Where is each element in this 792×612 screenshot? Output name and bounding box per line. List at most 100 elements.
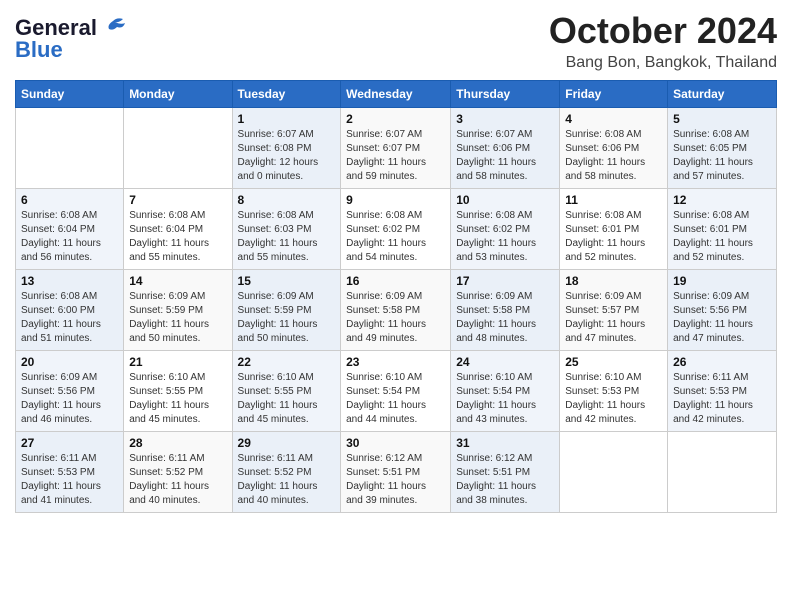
calendar-week-row: 27 Sunrise: 6:11 AM Sunset: 5:53 PM Dayli… [16,432,777,513]
day-info: Sunrise: 6:07 AM Sunset: 6:08 PM Dayligh… [238,128,336,184]
calendar-cell: 30 Sunrise: 6:12 AM Sunset: 5:51 PM Dayli… [341,432,451,513]
day-info: Sunrise: 6:08 AM Sunset: 6:00 PM Dayligh… [21,290,118,346]
calendar-cell: 3 Sunrise: 6:07 AM Sunset: 6:06 PM Daylig… [451,108,560,189]
day-info: Sunrise: 6:09 AM Sunset: 5:56 PM Dayligh… [673,290,771,346]
calendar-cell: 25 Sunrise: 6:10 AM Sunset: 5:53 PM Dayli… [560,351,668,432]
day-number: 19 [673,274,771,288]
calendar-cell: 7Sunrise: 6:08 AM Sunset: 6:04 PM Daylig… [124,189,232,270]
day-info: Sunrise: 6:07 AM Sunset: 6:06 PM Dayligh… [456,128,554,184]
day-info: Sunrise: 6:09 AM Sunset: 5:58 PM Dayligh… [346,290,445,346]
day-number: 6 [21,193,118,207]
calendar-cell [668,432,777,513]
calendar-cell: 28Sunrise: 6:11 AM Sunset: 5:52 PM Dayli… [124,432,232,513]
day-info: Sunrise: 6:08 AM Sunset: 6:02 PM Dayligh… [456,209,554,265]
header-friday: Friday [560,81,668,108]
day-number: 3 [456,112,554,126]
day-number: 17 [456,274,554,288]
day-number: 15 [238,274,336,288]
day-number: 13 [21,274,118,288]
day-info: Sunrise: 6:11 AM Sunset: 5:52 PM Dayligh… [129,452,226,508]
calendar-cell [16,108,124,189]
calendar-cell: 24Sunrise: 6:10 AM Sunset: 5:54 PM Dayli… [451,351,560,432]
day-info: Sunrise: 6:10 AM Sunset: 5:55 PM Dayligh… [238,371,336,427]
day-number: 8 [238,193,336,207]
calendar-cell: 14 Sunrise: 6:09 AM Sunset: 5:59 PM Dayli… [124,270,232,351]
day-number: 20 [21,355,118,369]
day-number: 11 [565,193,662,207]
calendar-cell [124,108,232,189]
day-info: Sunrise: 6:08 AM Sunset: 6:04 PM Dayligh… [21,209,118,265]
calendar-cell: 4 Sunrise: 6:08 AM Sunset: 6:06 PM Daylig… [560,108,668,189]
day-info: Sunrise: 6:11 AM Sunset: 5:53 PM Dayligh… [673,371,771,427]
calendar-cell: 1Sunrise: 6:07 AM Sunset: 6:08 PM Daylig… [232,108,341,189]
header-wednesday: Wednesday [341,81,451,108]
day-info: Sunrise: 6:09 AM Sunset: 5:57 PM Dayligh… [565,290,662,346]
header-sunday: Sunday [16,81,124,108]
day-number: 29 [238,436,336,450]
day-info: Sunrise: 6:10 AM Sunset: 5:55 PM Dayligh… [129,371,226,427]
day-info: Sunrise: 6:08 AM Sunset: 6:03 PM Dayligh… [238,209,336,265]
day-info: Sunrise: 6:08 AM Sunset: 6:06 PM Dayligh… [565,128,662,184]
logo-bird-icon [99,17,127,39]
day-info: Sunrise: 6:08 AM Sunset: 6:04 PM Dayligh… [129,209,226,265]
day-info: Sunrise: 6:08 AM Sunset: 6:05 PM Dayligh… [673,128,771,184]
calendar-cell: 15 Sunrise: 6:09 AM Sunset: 5:59 PM Dayli… [232,270,341,351]
header: General Blue October 2024 Bang Bon, Bang… [15,10,777,72]
day-info: Sunrise: 6:07 AM Sunset: 6:07 PM Dayligh… [346,128,445,184]
header-thursday: Thursday [451,81,560,108]
calendar-cell: 22 Sunrise: 6:10 AM Sunset: 5:55 PM Dayli… [232,351,341,432]
day-number: 2 [346,112,445,126]
calendar-cell: 26 Sunrise: 6:11 AM Sunset: 5:53 PM Dayli… [668,351,777,432]
calendar-cell: 8 Sunrise: 6:08 AM Sunset: 6:03 PM Daylig… [232,189,341,270]
day-info: Sunrise: 6:09 AM Sunset: 5:58 PM Dayligh… [456,290,554,346]
calendar-week-row: 13 Sunrise: 6:08 AM Sunset: 6:00 PM Dayli… [16,270,777,351]
day-info: Sunrise: 6:10 AM Sunset: 5:54 PM Dayligh… [456,371,554,427]
day-info: Sunrise: 6:11 AM Sunset: 5:52 PM Dayligh… [238,452,336,508]
day-info: Sunrise: 6:12 AM Sunset: 5:51 PM Dayligh… [456,452,554,508]
month-title: October 2024 [549,10,777,52]
calendar-cell: 21 Sunrise: 6:10 AM Sunset: 5:55 PM Dayli… [124,351,232,432]
day-info: Sunrise: 6:10 AM Sunset: 5:53 PM Dayligh… [565,371,662,427]
title-section: October 2024 Bang Bon, Bangkok, Thailand [549,10,777,72]
calendar-header-row: SundayMondayTuesdayWednesdayThursdayFrid… [16,81,777,108]
calendar-cell: 17 Sunrise: 6:09 AM Sunset: 5:58 PM Dayli… [451,270,560,351]
header-saturday: Saturday [668,81,777,108]
day-number: 10 [456,193,554,207]
day-number: 30 [346,436,445,450]
header-tuesday: Tuesday [232,81,341,108]
calendar-week-row: 1Sunrise: 6:07 AM Sunset: 6:08 PM Daylig… [16,108,777,189]
day-number: 9 [346,193,445,207]
day-info: Sunrise: 6:11 AM Sunset: 5:53 PM Dayligh… [21,452,118,508]
day-number: 22 [238,355,336,369]
calendar-cell: 29 Sunrise: 6:11 AM Sunset: 5:52 PM Dayli… [232,432,341,513]
day-number: 4 [565,112,662,126]
day-info: Sunrise: 6:09 AM Sunset: 5:59 PM Dayligh… [238,290,336,346]
logo-blue: Blue [15,37,63,63]
calendar-cell: 6 Sunrise: 6:08 AM Sunset: 6:04 PM Daylig… [16,189,124,270]
calendar-cell: 19 Sunrise: 6:09 AM Sunset: 5:56 PM Dayli… [668,270,777,351]
calendar-cell: 10 Sunrise: 6:08 AM Sunset: 6:02 PM Dayli… [451,189,560,270]
location-title: Bang Bon, Bangkok, Thailand [549,54,777,72]
day-number: 26 [673,355,771,369]
day-info: Sunrise: 6:12 AM Sunset: 5:51 PM Dayligh… [346,452,445,508]
day-number: 12 [673,193,771,207]
day-number: 14 [129,274,226,288]
day-number: 5 [673,112,771,126]
day-number: 27 [21,436,118,450]
day-number: 23 [346,355,445,369]
calendar-cell: 5 Sunrise: 6:08 AM Sunset: 6:05 PM Daylig… [668,108,777,189]
calendar-cell: 2 Sunrise: 6:07 AM Sunset: 6:07 PM Daylig… [341,108,451,189]
day-number: 25 [565,355,662,369]
day-number: 31 [456,436,554,450]
calendar-cell: 13 Sunrise: 6:08 AM Sunset: 6:00 PM Dayli… [16,270,124,351]
logo: General Blue [15,10,127,63]
header-monday: Monday [124,81,232,108]
day-info: Sunrise: 6:09 AM Sunset: 5:59 PM Dayligh… [129,290,226,346]
calendar-cell: 16 Sunrise: 6:09 AM Sunset: 5:58 PM Dayli… [341,270,451,351]
day-info: Sunrise: 6:08 AM Sunset: 6:02 PM Dayligh… [346,209,445,265]
day-number: 16 [346,274,445,288]
calendar-cell [560,432,668,513]
day-number: 21 [129,355,226,369]
calendar-cell: 9 Sunrise: 6:08 AM Sunset: 6:02 PM Daylig… [341,189,451,270]
calendar: SundayMondayTuesdayWednesdayThursdayFrid… [15,80,777,513]
